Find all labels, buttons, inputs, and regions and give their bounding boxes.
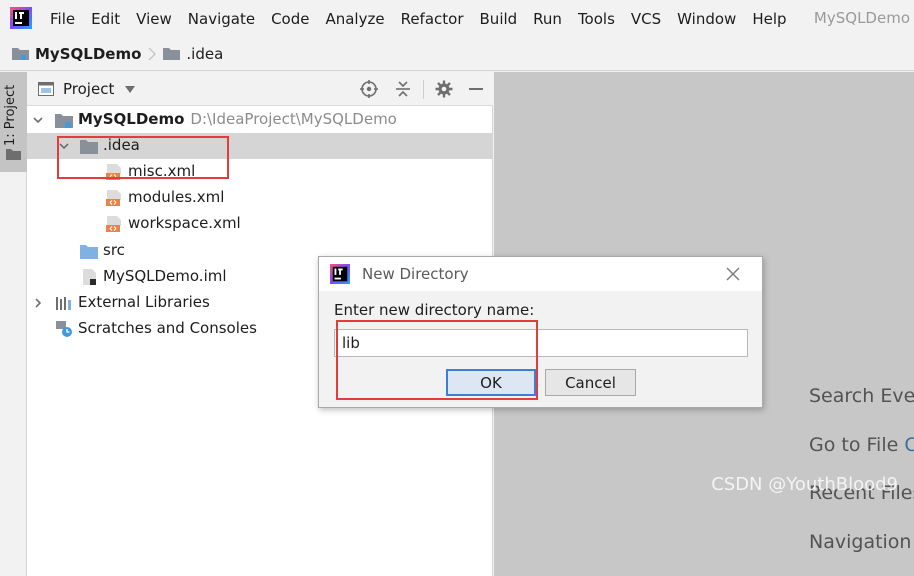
project-view-icon <box>38 82 54 96</box>
menu-file[interactable]: File <box>50 10 75 28</box>
iml-file-icon <box>83 269 96 285</box>
breadcrumb-idea-label: .idea <box>186 44 224 63</box>
tree-path-hint: D:\IdeaProject\MySQLDemo <box>190 110 397 128</box>
cancel-button[interactable]: Cancel <box>545 369 636 396</box>
menu-edit[interactable]: Edit <box>91 10 120 28</box>
scratches-icon <box>56 321 72 337</box>
menu-build[interactable]: Build <box>480 10 518 28</box>
watermark: CSDN @YouthBlood9 <box>711 474 898 495</box>
hint-text: Navigation <box>809 531 912 553</box>
xml-file-icon <box>106 190 121 206</box>
folder-icon <box>163 48 181 60</box>
source-folder-icon <box>80 245 98 259</box>
libraries-icon <box>56 297 71 310</box>
hint-shortcut: C <box>904 434 914 456</box>
intellij-logo-icon <box>10 7 32 29</box>
menu-items: File Edit View Navigate Code Analyze Ref… <box>50 0 803 37</box>
tree-label: workspace.xml <box>128 214 241 232</box>
menu-navigate[interactable]: Navigate <box>188 10 255 28</box>
tree-row-mysqldemo[interactable]: MySQLDemo D:\IdeaProject\MySQLDemo <box>27 107 493 133</box>
intellij-logo-icon <box>330 264 350 284</box>
breadcrumb-root-label: MySQLDemo <box>35 44 142 63</box>
tree-row-modules-xml[interactable]: modules.xml <box>27 185 493 211</box>
menu-help[interactable]: Help <box>752 10 786 28</box>
annotation-box-idea <box>57 136 229 179</box>
window-title: MySQLDemo <box>813 9 910 27</box>
menu-tools[interactable]: Tools <box>578 10 615 28</box>
project-panel-header: Project <box>27 72 493 106</box>
menu-bar: File Edit View Navigate Code Analyze Ref… <box>0 0 914 37</box>
tree-label: Scratches and Consoles <box>78 319 257 337</box>
tree-row-workspace-xml[interactable]: workspace.xml <box>27 211 493 237</box>
dialog-prompt: Enter new directory name: <box>334 301 535 319</box>
menu-refactor[interactable]: Refactor <box>401 10 464 28</box>
chevron-right-icon[interactable] <box>33 298 43 308</box>
breadcrumb-root[interactable]: MySQLDemo <box>12 45 141 63</box>
menu-analyze[interactable]: Analyze <box>325 10 384 28</box>
tree-label: modules.xml <box>128 188 225 206</box>
header-divider <box>423 80 424 99</box>
breadcrumb-idea[interactable]: .idea <box>163 45 223 63</box>
module-folder-icon <box>55 114 73 128</box>
tree-label: src <box>103 241 125 259</box>
chevron-down-icon[interactable] <box>33 115 43 125</box>
tree-label: MySQLDemo.iml <box>103 267 227 285</box>
menu-vcs[interactable]: VCS <box>631 10 661 28</box>
chevron-down-icon[interactable] <box>125 86 135 93</box>
folder-icon <box>6 149 21 160</box>
menu-code[interactable]: Code <box>271 10 309 28</box>
menu-view[interactable]: View <box>136 10 172 28</box>
tree-label: External Libraries <box>78 293 210 311</box>
dialog-titlebar[interactable]: New Directory <box>319 257 762 291</box>
collapse-all-icon[interactable] <box>394 80 412 98</box>
module-folder-icon <box>12 48 29 60</box>
dialog-title: New Directory <box>362 265 469 283</box>
left-tool-stripe: 1: Project <box>0 72 27 576</box>
annotation-box-input <box>336 320 538 400</box>
hide-panel-icon[interactable] <box>467 80 485 98</box>
tree-label-text: MySQLDemo <box>78 110 185 128</box>
project-tool-tab[interactable]: 1: Project <box>0 72 27 172</box>
hint-text: Go to File <box>809 434 905 456</box>
tree-label: MySQLDemo D:\IdeaProject\MySQLDemo <box>78 110 397 128</box>
xml-file-icon <box>106 216 121 232</box>
project-tool-tab-label: 1: Project <box>3 84 18 146</box>
hint-search-everywhere: Search Eve <box>809 385 914 407</box>
locate-file-icon[interactable] <box>360 80 378 98</box>
breadcrumb-separator-icon <box>148 47 157 60</box>
menu-run[interactable]: Run <box>533 10 562 28</box>
project-panel-title[interactable]: Project <box>63 80 114 98</box>
menu-window[interactable]: Window <box>677 10 736 28</box>
close-icon[interactable] <box>725 266 741 282</box>
hint-go-to-file: Go to File C <box>809 434 914 456</box>
gear-icon[interactable] <box>435 80 453 98</box>
breadcrumb: MySQLDemo .idea <box>0 37 914 71</box>
hint-navigation-bar: Navigation <box>809 531 911 553</box>
hint-text: Search Eve <box>809 385 914 407</box>
